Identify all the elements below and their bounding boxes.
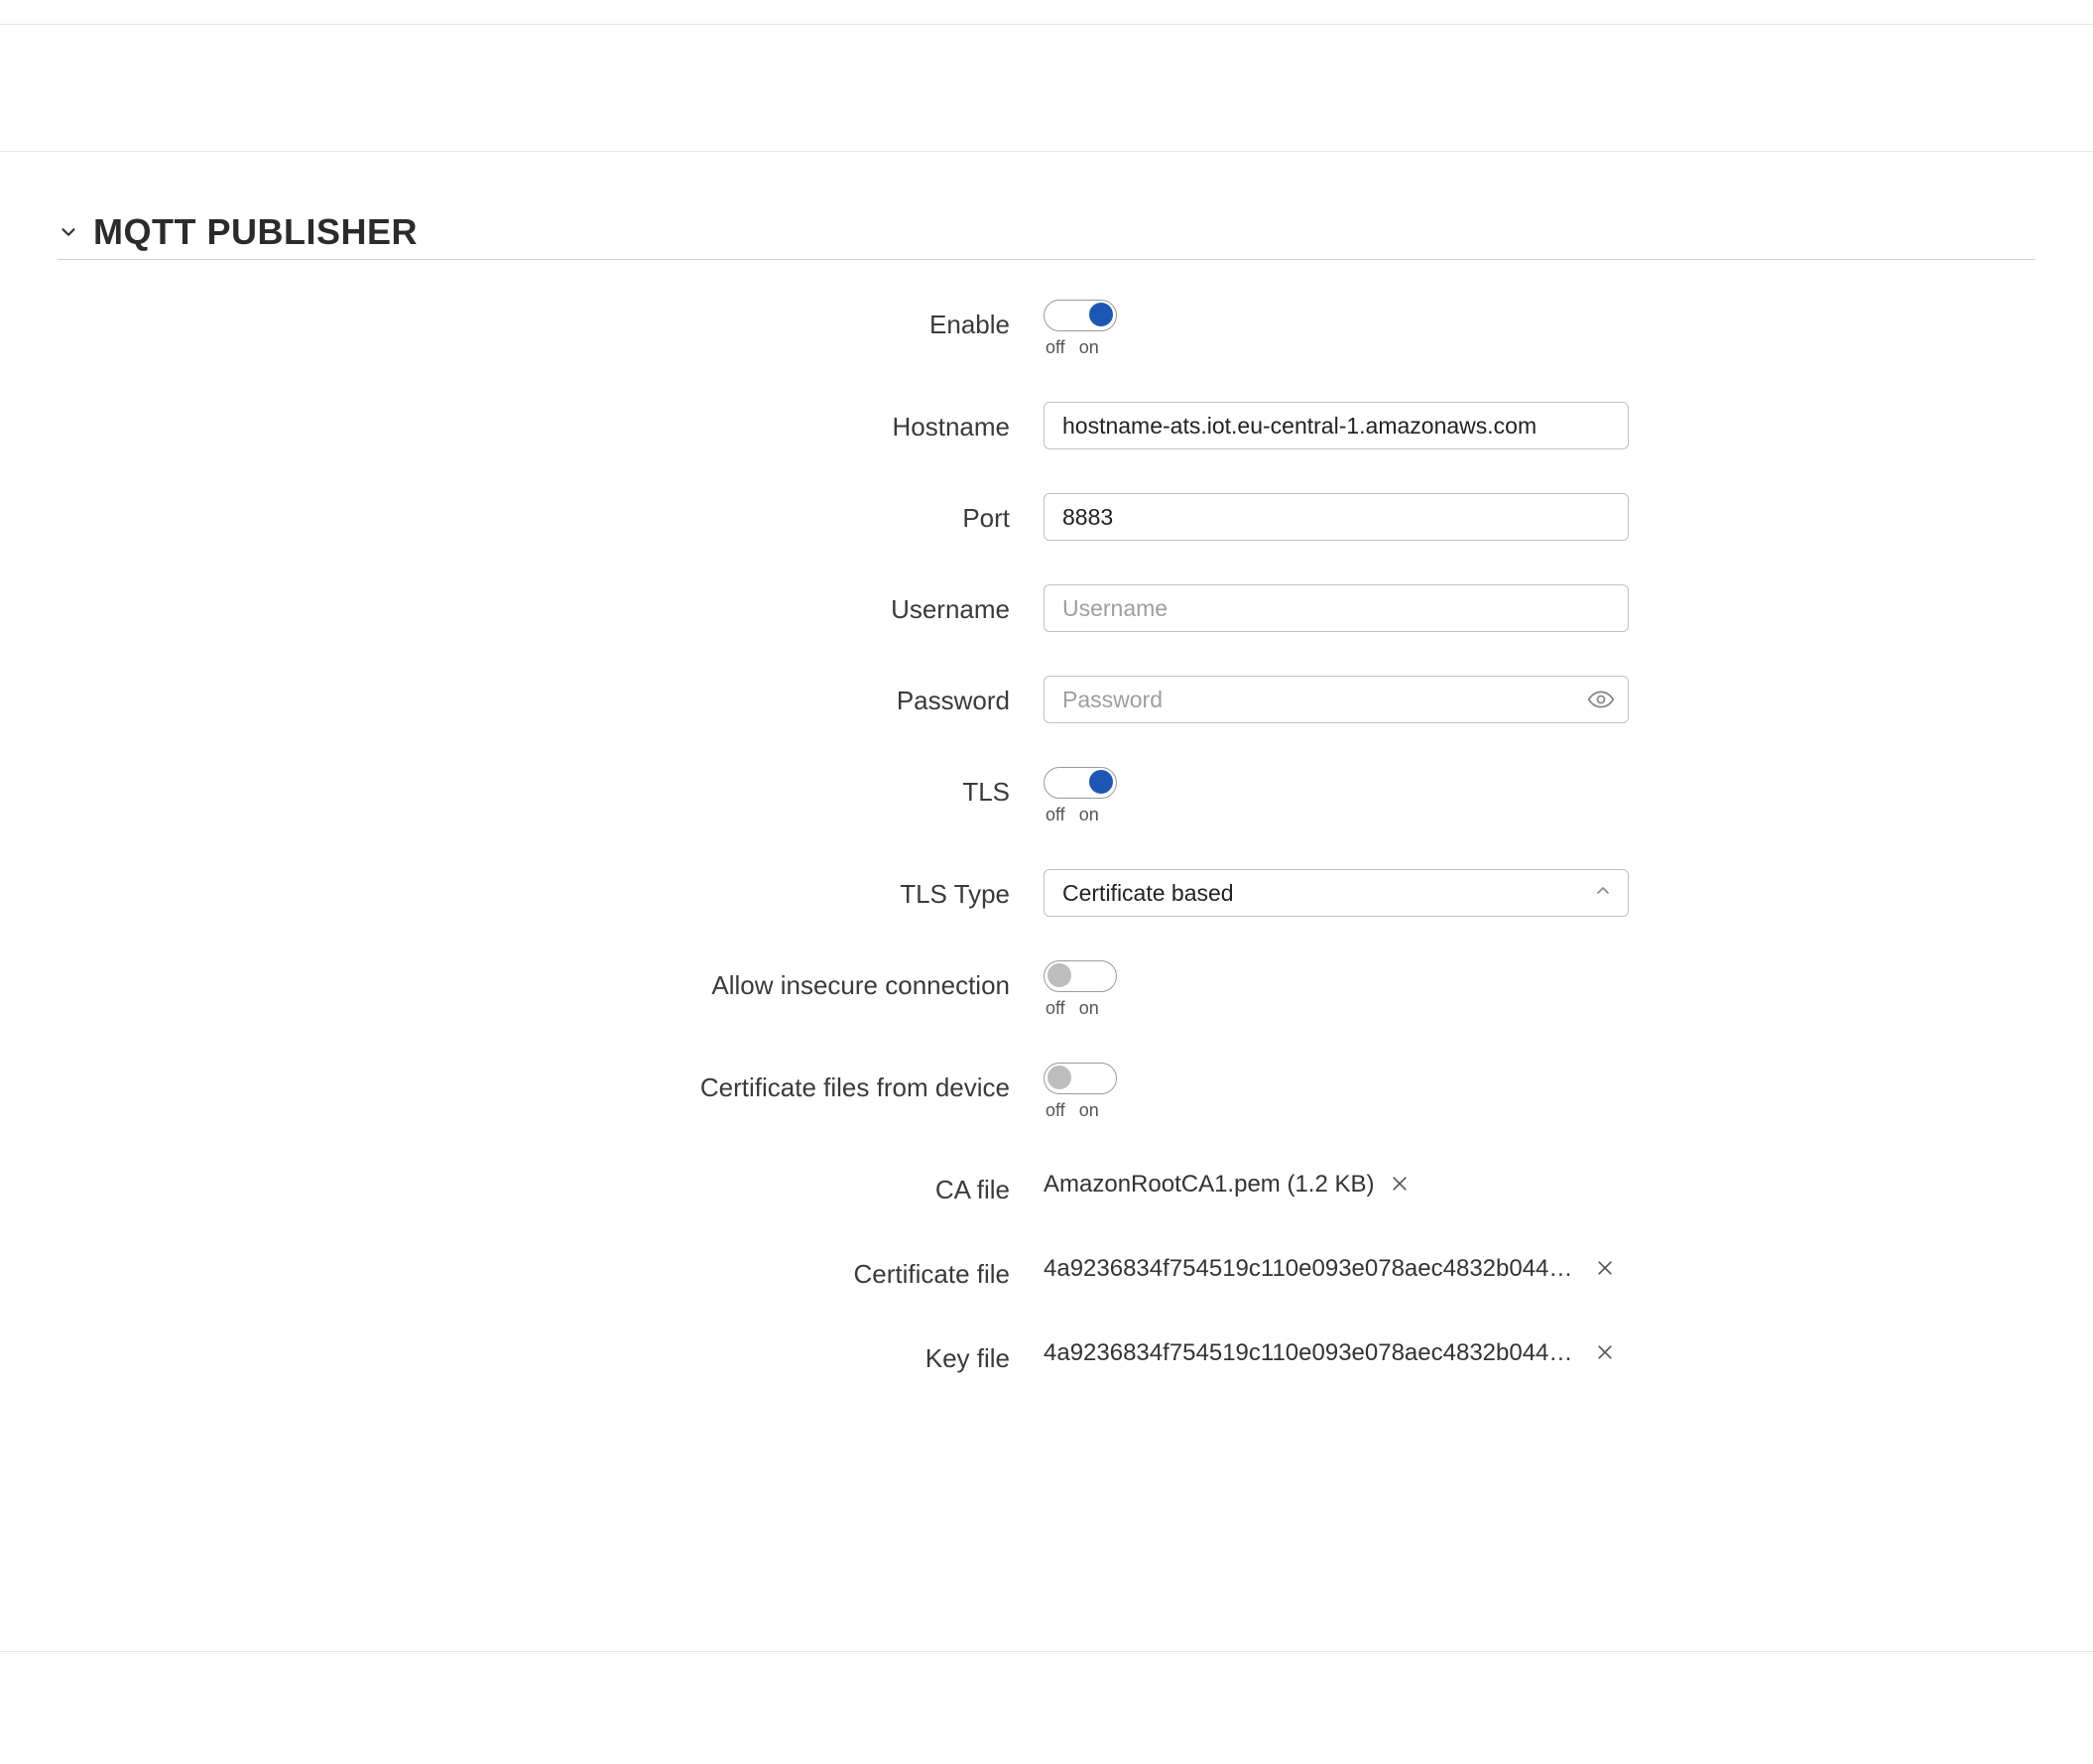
row-cert-file: Certificate file 4a9236834f754519c110e09…	[58, 1249, 2035, 1290]
reveal-password-icon[interactable]	[1587, 686, 1615, 713]
toggle-on-label: on	[1079, 337, 1099, 358]
label-password: Password	[58, 676, 1044, 716]
hostname-input[interactable]	[1044, 402, 1629, 449]
row-enable: Enable off on	[58, 300, 2035, 358]
cert-from-device-sublabels: off on	[1044, 1100, 1099, 1121]
enable-toggle-sublabels: off on	[1044, 337, 1099, 358]
tls-type-value: Certificate based	[1062, 880, 1234, 907]
remove-ca-file-icon[interactable]	[1388, 1173, 1412, 1197]
row-allow-insecure: Allow insecure connection off on	[58, 960, 2035, 1019]
form: Enable off on Hostname Port	[58, 300, 2035, 1374]
row-port: Port	[58, 493, 2035, 541]
section-title: MQTT PUBLISHER	[93, 211, 418, 253]
toggle-on-label: on	[1079, 805, 1099, 825]
mqtt-publisher-section: MQTT PUBLISHER Enable off on Hostname Po…	[0, 152, 2093, 1374]
row-tls-type: TLS Type Certificate based	[58, 869, 2035, 917]
key-file-name: 4a9236834f754519c110e093e078aec4832b0444…	[1044, 1339, 1579, 1367]
row-password: Password	[58, 676, 2035, 723]
toggle-off-label: off	[1046, 337, 1065, 358]
toggle-on-label: on	[1079, 998, 1099, 1019]
label-allow-insecure: Allow insecure connection	[58, 960, 1044, 1001]
label-key-file: Key file	[58, 1333, 1044, 1374]
ca-file-name: AmazonRootCA1.pem (1.2 KB)	[1044, 1171, 1374, 1198]
toggle-on-label: on	[1079, 1100, 1099, 1121]
row-ca-file: CA file AmazonRootCA1.pem (1.2 KB)	[58, 1165, 2035, 1205]
row-hostname: Hostname	[58, 402, 2035, 449]
label-ca-file: CA file	[58, 1165, 1044, 1205]
cert-from-device-toggle[interactable]	[1044, 1063, 1117, 1094]
toggle-off-label: off	[1046, 998, 1065, 1019]
allow-insecure-toggle[interactable]	[1044, 960, 1117, 992]
label-username: Username	[58, 584, 1044, 625]
label-enable: Enable	[58, 300, 1044, 340]
label-cert-file: Certificate file	[58, 1249, 1044, 1290]
row-cert-from-device: Certificate files from device off on	[58, 1063, 2035, 1121]
row-key-file: Key file 4a9236834f754519c110e093e078aec…	[58, 1333, 2035, 1374]
label-tls: TLS	[58, 767, 1044, 808]
toggle-off-label: off	[1046, 805, 1065, 825]
window-top-border	[0, 0, 2093, 25]
chevron-down-icon[interactable]	[58, 221, 79, 243]
label-port: Port	[58, 493, 1044, 534]
row-username: Username	[58, 584, 2035, 632]
label-hostname: Hostname	[58, 402, 1044, 442]
tls-toggle-sublabels: off on	[1044, 805, 1099, 825]
toggle-off-label: off	[1046, 1100, 1065, 1121]
section-header: MQTT PUBLISHER	[58, 211, 2035, 260]
label-cert-from-device: Certificate files from device	[58, 1063, 1044, 1103]
remove-key-file-icon[interactable]	[1593, 1341, 1617, 1365]
password-input[interactable]	[1044, 676, 1629, 723]
tls-type-select[interactable]: Certificate based	[1044, 869, 1629, 917]
row-tls: TLS off on	[58, 767, 2035, 825]
tls-toggle[interactable]	[1044, 767, 1117, 799]
header-band	[0, 25, 2093, 152]
port-input[interactable]	[1044, 493, 1629, 541]
label-tls-type: TLS Type	[58, 869, 1044, 910]
allow-insecure-sublabels: off on	[1044, 998, 1099, 1019]
footer-border	[0, 1651, 2093, 1652]
remove-cert-file-icon[interactable]	[1593, 1257, 1617, 1281]
enable-toggle[interactable]	[1044, 300, 1117, 331]
cert-file-name: 4a9236834f754519c110e093e078aec4832b0444…	[1044, 1255, 1579, 1283]
username-input[interactable]	[1044, 584, 1629, 632]
